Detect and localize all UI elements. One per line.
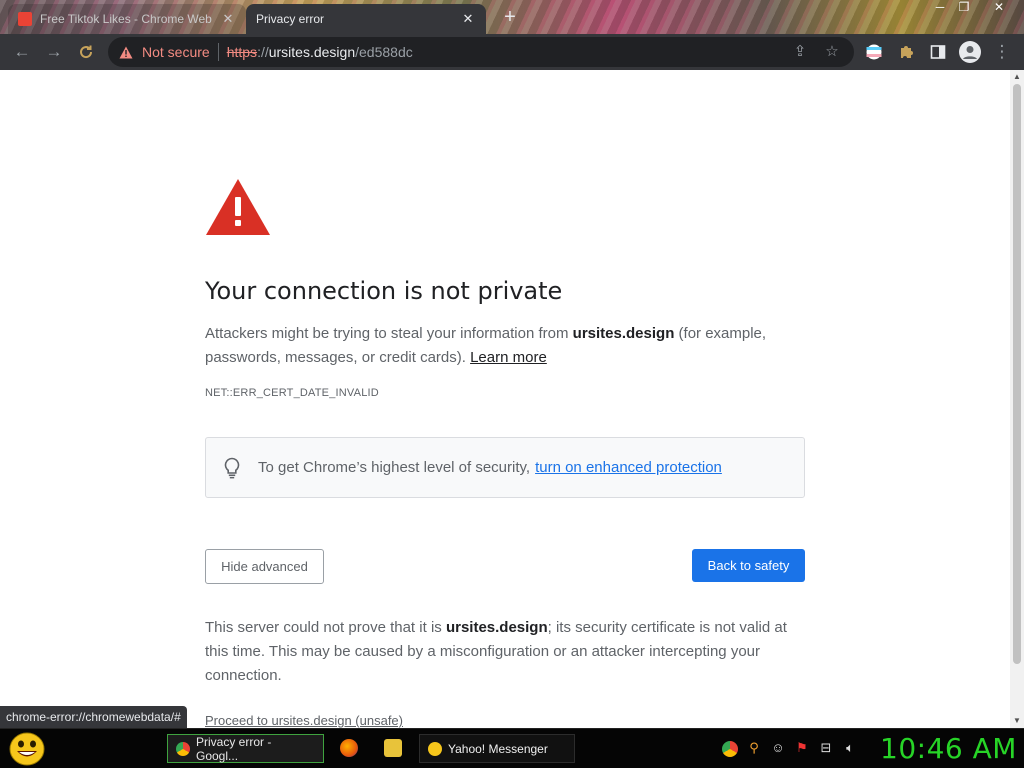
tab-title: Privacy error	[256, 12, 325, 26]
tip-text: To get Chrome’s highest level of securit…	[258, 459, 531, 476]
warning-triangle-icon[interactable]	[118, 44, 134, 60]
close-icon[interactable]: ✕	[220, 11, 236, 27]
taskbar-yahoo-messenger[interactable]: Yahoo! Messenger	[419, 734, 575, 763]
minimize-icon[interactable]: ─	[929, 0, 951, 16]
network-icon[interactable]: ⊟	[818, 740, 834, 756]
taskbar: Privacy error - Googl... Yahoo! Messenge…	[0, 728, 1024, 768]
tab-strip: Free Tiktok Likes - Chrome Web ✕ Privacy…	[0, 0, 1024, 34]
forward-arrow-icon[interactable]: →	[42, 40, 66, 64]
advanced-detail-paragraph: This server could not prove that it is u…	[205, 616, 805, 688]
detail-prefix: This server could not prove that it is	[205, 619, 446, 636]
address-bar[interactable]: Not secure https :// ursites.design /ed5…	[108, 37, 854, 67]
new-tab-button[interactable]: +	[500, 6, 520, 28]
not-secure-label[interactable]: Not secure	[142, 44, 210, 60]
reload-icon[interactable]	[74, 40, 98, 64]
lightbulb-icon	[224, 457, 240, 478]
firefox-icon[interactable]	[340, 739, 358, 757]
tab-privacy-error[interactable]: Privacy error ✕	[246, 4, 486, 34]
url-host: ursites.design	[268, 44, 356, 60]
scroll-down-arrow-icon[interactable]: ▼	[1012, 716, 1022, 726]
webstore-favicon-icon	[18, 12, 32, 26]
url-separator: ://	[257, 44, 269, 60]
menu-kebab-icon[interactable]: ⋮	[990, 40, 1014, 64]
task-label: Yahoo! Messenger	[448, 741, 548, 756]
warning-triangle-icon	[206, 179, 270, 235]
close-window-icon[interactable]: ✕	[988, 0, 1010, 16]
url-scheme: https	[226, 44, 258, 60]
intro-paragraph: Attackers might be trying to steal your …	[205, 322, 805, 370]
start-smiley-icon[interactable]	[8, 731, 46, 767]
bookmark-star-icon[interactable]: ☆	[824, 44, 840, 60]
learn-more-link[interactable]: Learn more	[470, 349, 547, 366]
chrome-tray-icon[interactable]	[722, 741, 738, 757]
enhanced-protection-link[interactable]: turn on enhanced protection	[535, 459, 722, 476]
omnibox-divider	[217, 43, 219, 61]
extension-flag-icon[interactable]	[862, 40, 886, 64]
detail-host: ursites.design	[445, 619, 548, 636]
flag-icon[interactable]: ⚑	[794, 740, 810, 756]
back-to-safety-button[interactable]: Back to safety	[692, 549, 805, 582]
tab-title: Free Tiktok Likes - Chrome Web	[40, 12, 212, 26]
status-bubble: chrome-error://chromewebdata/#	[0, 706, 187, 728]
taskbar-clock[interactable]: 10:46 AM	[880, 732, 1017, 765]
intro-prefix: Attackers might be trying to steal your …	[205, 325, 573, 342]
browser-toolbar: ← → Not secure https :// ursites.design …	[0, 34, 1024, 70]
messenger-tray-icon[interactable]: ☺	[770, 740, 786, 756]
search-icon[interactable]: ⚲	[746, 740, 762, 756]
page-heading: Your connection is not private	[205, 277, 563, 305]
proceed-unsafe-link[interactable]: Proceed to ursites.design (unsafe)	[205, 713, 403, 728]
tab-free-tiktok-likes[interactable]: Free Tiktok Likes - Chrome Web ✕	[8, 4, 246, 34]
hide-advanced-button[interactable]: Hide advanced	[205, 549, 324, 584]
close-icon[interactable]: ✕	[460, 11, 476, 27]
enhanced-protection-tip: To get Chrome’s highest level of securit…	[205, 437, 805, 498]
back-arrow-icon[interactable]: ←	[10, 40, 34, 64]
url-path: /ed588dc	[355, 44, 413, 60]
taskbar-chrome-window[interactable]: Privacy error - Googl...	[167, 734, 324, 763]
error-code: NET::ERR_CERT_DATE_INVALID	[205, 387, 379, 399]
task-label: Privacy error - Googl...	[196, 734, 272, 763]
restore-icon[interactable]: ❐	[953, 0, 975, 16]
share-icon[interactable]: ⇪	[792, 44, 808, 60]
yahoo-messenger-icon	[428, 741, 442, 756]
interstitial-page: Your connection is not private Attackers…	[0, 70, 1010, 728]
side-panel-icon[interactable]	[926, 40, 950, 64]
profile-avatar-icon[interactable]	[958, 40, 982, 64]
volume-icon[interactable]: 🔈︎	[842, 740, 858, 756]
scroll-thumb[interactable]	[1013, 84, 1021, 664]
chrome-icon	[176, 741, 190, 756]
scroll-up-arrow-icon[interactable]: ▲	[1012, 72, 1022, 82]
intro-host: ursites.design	[572, 325, 675, 342]
folder-icon[interactable]	[384, 739, 402, 757]
extensions-puzzle-icon[interactable]	[894, 40, 918, 64]
page-scrollbar[interactable]: ▲ ▼	[1010, 70, 1024, 728]
